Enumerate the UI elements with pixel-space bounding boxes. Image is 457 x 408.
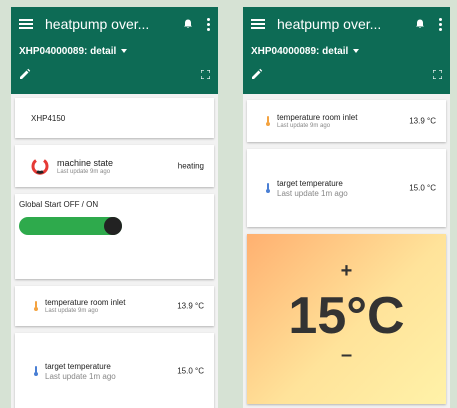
setpoint-value: 15°C (288, 287, 405, 345)
target-temperature-updated: Last update 1m ago (277, 188, 348, 198)
phone-screen-right: heatpump over... XHP04000089: detail tem… (243, 7, 450, 408)
temperature-inlet-updated: Last update 9m ago (277, 123, 331, 129)
machine-state-card: machine state Last update 9m ago heating (15, 145, 214, 187)
device-name-card: XHP4150 (15, 98, 214, 138)
temperature-inlet-value: 13.9 °C (409, 116, 436, 126)
thermometer-icon (34, 301, 38, 311)
thermometer-icon (266, 183, 270, 193)
temperature-inlet-value: 13.9 °C (177, 301, 204, 311)
phone-screen-left: heatpump over... XHP04000089: detail XHP… (11, 7, 218, 408)
more-vert-icon[interactable] (439, 17, 442, 31)
target-temperature-value: 15.0 °C (409, 183, 436, 193)
menu-icon[interactable] (19, 19, 33, 29)
machine-state-updated: Last update 9m ago (57, 168, 111, 175)
thermometer-icon (266, 116, 270, 126)
app-title: heatpump over... (45, 16, 150, 32)
thermometer-icon (34, 366, 38, 376)
temperature-inlet-label: temperature room inlet (277, 113, 358, 122)
machine-state-label: machine state (57, 157, 114, 168)
app-bar: heatpump over... XHP04000089: detail (243, 7, 450, 94)
pencil-icon[interactable] (19, 68, 31, 80)
temperature-inlet-label: temperature room inlet (45, 298, 126, 307)
target-temperature-value: 15.0 °C (177, 366, 204, 376)
app-bar: heatpump over... XHP04000089: detail (11, 7, 218, 94)
setpoint-card: + 15°C – (247, 234, 446, 404)
machine-state-value: heating (177, 161, 204, 171)
increase-button[interactable]: + (247, 260, 446, 283)
global-start-toggle[interactable] (19, 217, 122, 235)
device-label: XHP04000089: detail (251, 45, 349, 57)
power-icon (31, 159, 49, 175)
pencil-icon[interactable] (251, 68, 263, 80)
toggle-knob[interactable] (104, 217, 122, 235)
device-label: XHP04000089: detail (19, 45, 117, 57)
temperature-inlet-card: temperature room inlet Last update 9m ag… (247, 100, 446, 142)
device-name: XHP4150 (31, 113, 66, 123)
temperature-inlet-card: temperature room inlet Last update 9m ag… (15, 286, 214, 326)
global-start-card: Global Start OFF / ON (15, 194, 214, 279)
target-temperature-label: target temperature (45, 361, 111, 371)
target-temperature-card[interactable]: target temperature Last update 1m ago 15… (247, 149, 446, 227)
fullscreen-icon[interactable] (433, 69, 442, 79)
device-selector[interactable]: XHP04000089: detail (19, 41, 210, 61)
target-temperature-card[interactable]: target temperature Last update 1m ago 15… (15, 333, 214, 408)
chevron-down-icon (121, 49, 128, 53)
device-selector[interactable]: XHP04000089: detail (251, 41, 442, 61)
menu-icon[interactable] (251, 19, 265, 29)
target-temperature-label: target temperature (277, 178, 343, 188)
app-title: heatpump over... (277, 16, 382, 32)
more-vert-icon[interactable] (207, 17, 210, 31)
target-temperature-updated: Last update 1m ago (45, 371, 116, 381)
temperature-inlet-updated: Last update 9m ago (45, 308, 99, 314)
decrease-button[interactable]: – (247, 344, 446, 367)
bell-icon[interactable] (415, 19, 425, 29)
bell-icon[interactable] (183, 19, 193, 29)
chevron-down-icon (353, 49, 360, 53)
fullscreen-icon[interactable] (201, 69, 210, 79)
global-start-label: Global Start OFF / ON (19, 200, 99, 209)
